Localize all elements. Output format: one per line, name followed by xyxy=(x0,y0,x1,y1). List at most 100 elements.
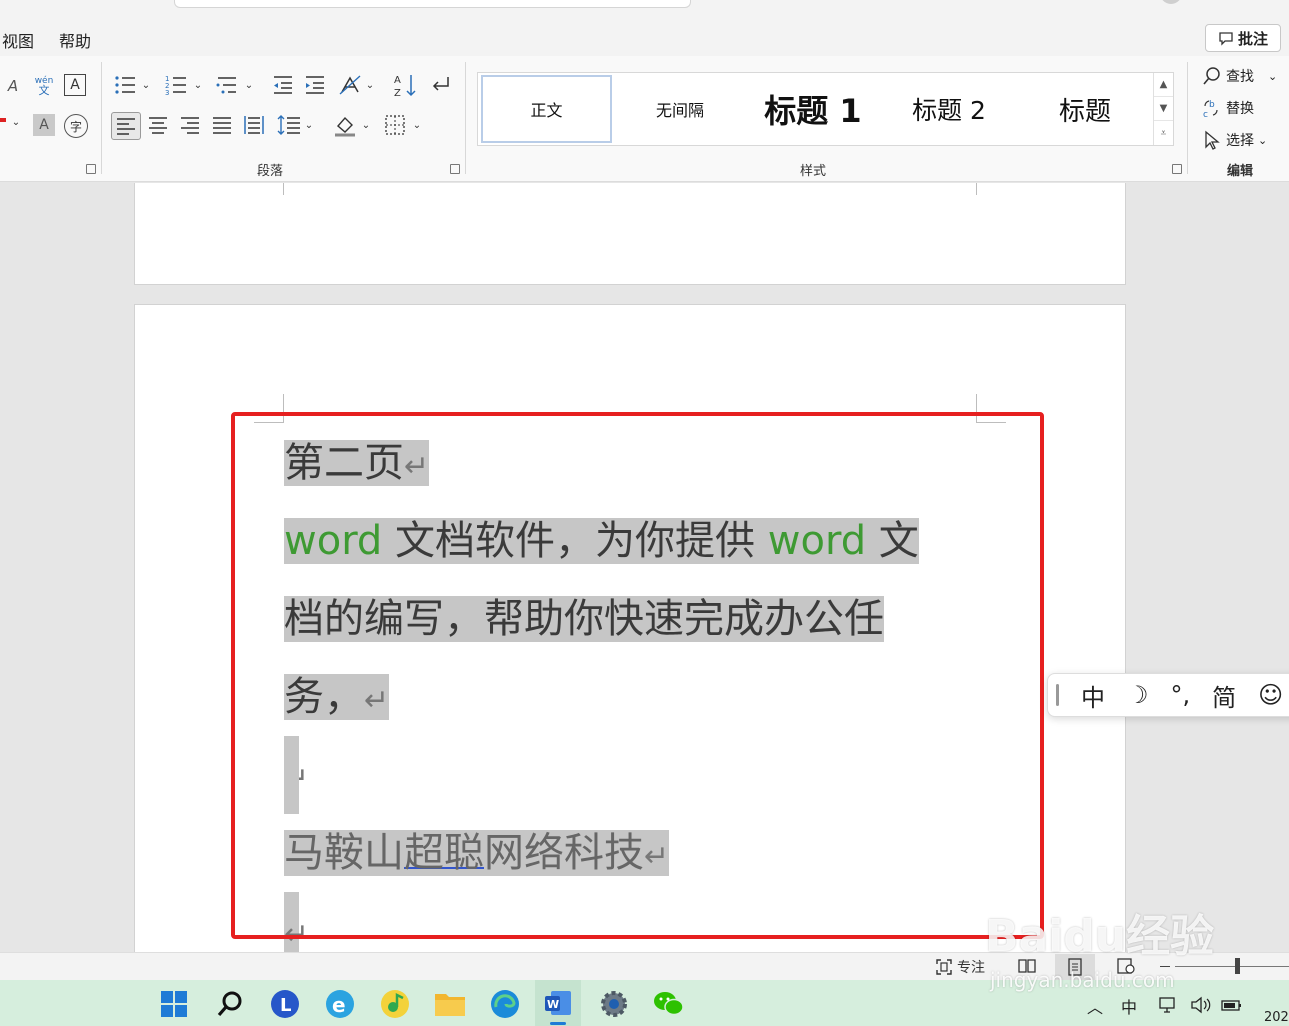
group-separator xyxy=(465,62,466,174)
ime-indicator[interactable]: 中 xyxy=(1121,994,1137,1018)
chevron-down-icon[interactable]: ⌄ xyxy=(303,118,315,132)
zoom-slider-handle[interactable] xyxy=(1235,958,1240,974)
find-label: 查找 xyxy=(1226,69,1254,85)
zoom-slider[interactable] xyxy=(1175,966,1289,967)
menu-view[interactable]: 视图 xyxy=(2,28,34,52)
text-direction-icon[interactable] xyxy=(338,74,362,96)
ie-browser-icon[interactable]: e xyxy=(324,988,356,1020)
chevron-down-icon[interactable]: ⌄ xyxy=(360,118,372,132)
font-dialog-launcher-icon[interactable] xyxy=(86,164,96,174)
numbering-icon[interactable]: 123 xyxy=(164,74,188,96)
edge-browser-icon[interactable] xyxy=(489,988,521,1020)
style-no-spacing[interactable]: 无间隔 xyxy=(618,75,742,143)
chevron-down-icon[interactable]: ⌄ xyxy=(1258,134,1267,147)
align-left-button[interactable] xyxy=(111,112,141,140)
menu-help[interactable]: 帮助 xyxy=(59,28,91,52)
margin-mark xyxy=(283,183,284,195)
styles-dialog-launcher-icon[interactable] xyxy=(1172,164,1182,174)
ribbon: A wén 文 A ⌄ A 字 ⌄ 123 ⌄ ⌄ ⌄ AZ ⌄ ⌄ ⌄ 段落 … xyxy=(0,56,1289,182)
svg-text:W: W xyxy=(547,998,559,1011)
drag-handle[interactable] xyxy=(1056,684,1059,706)
chevron-down-icon[interactable]: ⌄ xyxy=(411,118,423,132)
enclose-character-icon[interactable]: 字 xyxy=(64,114,88,138)
punctuation-icon[interactable]: °, xyxy=(1171,681,1191,709)
replace-button[interactable]: bc 替换 xyxy=(1202,98,1254,118)
select-label: 选择 xyxy=(1226,133,1254,149)
group-separator xyxy=(101,62,102,174)
show-marks-icon[interactable] xyxy=(428,74,452,96)
app-l-icon[interactable]: L xyxy=(269,988,301,1020)
ime-toolbar: 中 ☽ °, 简 ☺ xyxy=(1047,673,1289,717)
replace-label: 替换 xyxy=(1226,101,1254,117)
paragraph-dialog-launcher-icon[interactable] xyxy=(450,164,460,174)
style-title[interactable]: 标题 xyxy=(1020,75,1150,143)
focus-mode-button[interactable]: 专注 xyxy=(935,957,985,977)
bullets-icon[interactable] xyxy=(113,74,137,96)
document-canvas[interactable]: 第二页↵ word 文档软件，为你提供 word 文 档的编写，帮助你快速完成办… xyxy=(0,183,1289,952)
svg-text:A: A xyxy=(394,75,401,86)
more-styles-icon[interactable]: ⩡ xyxy=(1154,121,1173,145)
wechat-icon[interactable] xyxy=(653,988,685,1020)
clock-text[interactable]: 202 xyxy=(1264,1010,1289,1025)
network-icon[interactable] xyxy=(1158,996,1180,1014)
increase-indent-icon[interactable] xyxy=(304,74,326,96)
style-label: 标题 1 xyxy=(764,92,862,130)
style-heading-1[interactable]: 标题 1 xyxy=(748,75,878,143)
comment-icon xyxy=(1219,32,1233,46)
music-app-icon[interactable] xyxy=(379,988,411,1020)
borders-icon[interactable] xyxy=(384,114,406,136)
chevron-up-icon[interactable]: ▲ xyxy=(1154,73,1173,97)
sort-icon[interactable]: AZ xyxy=(393,72,417,98)
font-color-indicator xyxy=(0,118,6,122)
style-heading-2[interactable]: 标题 2 xyxy=(884,75,1014,143)
ime-mode-button[interactable]: 中 xyxy=(1081,678,1105,713)
align-center-icon[interactable] xyxy=(148,116,168,134)
comment-button[interactable]: 批注 xyxy=(1205,24,1281,52)
decrease-indent-icon[interactable] xyxy=(272,74,294,96)
emoji-icon[interactable]: ☺ xyxy=(1258,681,1283,709)
simplified-button[interactable]: 简 xyxy=(1212,678,1236,713)
justify-icon[interactable] xyxy=(212,116,232,134)
chevron-down-icon[interactable]: ⌄ xyxy=(10,116,22,128)
start-icon[interactable] xyxy=(158,988,190,1020)
svg-text:L: L xyxy=(280,995,291,1016)
multilevel-list-icon[interactable] xyxy=(215,74,239,96)
chevron-down-icon[interactable]: ⌄ xyxy=(243,78,255,92)
settings-gear-icon[interactable] xyxy=(598,988,630,1020)
distributed-icon[interactable] xyxy=(243,114,265,136)
battery-icon[interactable] xyxy=(1220,996,1244,1014)
moon-icon[interactable]: ☽ xyxy=(1127,681,1149,709)
clear-formatting-icon[interactable]: A xyxy=(2,74,24,98)
chevron-down-icon[interactable]: ▼ xyxy=(1154,97,1173,121)
search-icon[interactable] xyxy=(214,988,246,1020)
avatar[interactable] xyxy=(1160,0,1182,4)
volume-icon[interactable] xyxy=(1190,996,1212,1014)
character-shading-icon[interactable]: A xyxy=(33,114,55,136)
focus-icon xyxy=(936,959,952,975)
select-button[interactable]: 选择 ⌄ xyxy=(1202,130,1267,150)
style-normal[interactable]: 正文 xyxy=(480,74,613,144)
file-explorer-icon[interactable] xyxy=(434,988,466,1020)
search-icon xyxy=(1203,67,1220,85)
active-app-indicator xyxy=(550,1022,566,1025)
chevron-down-icon[interactable]: ⌄ xyxy=(364,78,376,92)
chevron-down-icon[interactable]: ⌄ xyxy=(192,78,204,92)
line-spacing-icon[interactable] xyxy=(277,114,301,136)
svg-text:Z: Z xyxy=(394,88,401,98)
align-left-icon xyxy=(117,118,135,135)
shading-icon[interactable] xyxy=(333,114,357,138)
align-right-icon[interactable] xyxy=(180,116,200,134)
focus-label: 专注 xyxy=(957,960,985,976)
svg-text:3: 3 xyxy=(165,89,169,96)
phonetic-guide-icon[interactable]: wén 文 xyxy=(33,72,55,100)
word-taskbar-button[interactable]: W xyxy=(535,980,581,1026)
find-button[interactable]: 查找 ⌄ xyxy=(1202,66,1277,86)
chevron-down-icon[interactable]: ⌄ xyxy=(140,78,152,92)
character-border-icon[interactable]: A xyxy=(64,74,86,96)
zoom-out-icon[interactable] xyxy=(1160,966,1170,967)
chevron-down-icon[interactable]: ⌄ xyxy=(1268,70,1277,83)
search-box[interactable] xyxy=(174,0,691,8)
chevron-up-icon[interactable]: ︿ xyxy=(1087,994,1103,1018)
replace-icon: bc xyxy=(1203,100,1218,118)
svg-text:b: b xyxy=(1209,100,1215,110)
